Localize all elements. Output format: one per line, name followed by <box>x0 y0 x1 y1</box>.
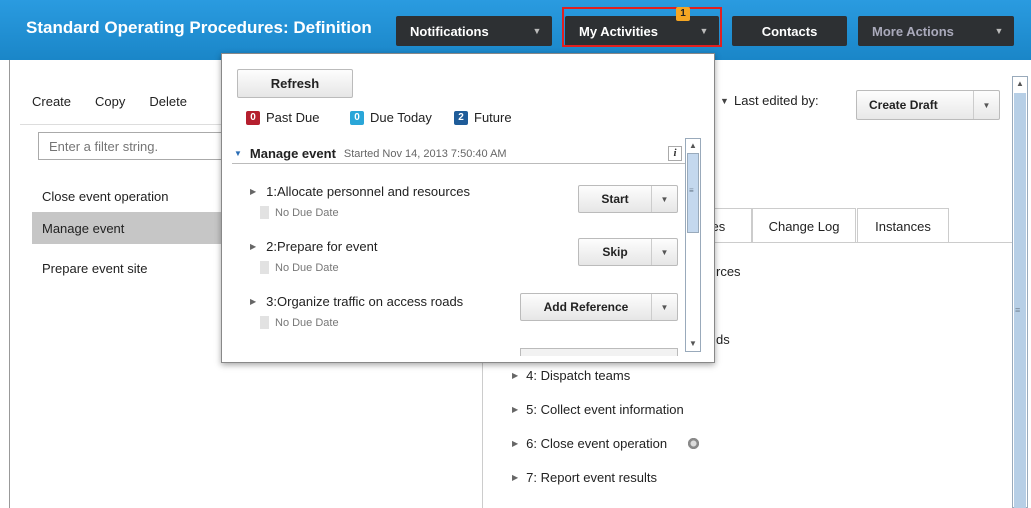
right-scrollbar[interactable]: ▲ ≡ <box>1012 76 1028 508</box>
step-fragment: rces <box>716 264 741 279</box>
tab-change-log[interactable]: Change Log <box>752 208 856 242</box>
skip-button[interactable]: Skip ▼ <box>578 238 678 266</box>
delete-button[interactable]: Delete <box>137 86 199 117</box>
scroll-up-icon[interactable]: ▲ <box>686 139 700 153</box>
more-actions-label: More Actions <box>872 23 954 39</box>
scroll-up-icon[interactable]: ▲ <box>1013 77 1027 91</box>
event-started: Started Nov 14, 2013 7:50:40 AM <box>343 147 507 160</box>
step-label: 4: Dispatch teams <box>526 368 631 383</box>
chevron-down-icon[interactable]: ▼ <box>973 91 999 119</box>
due-date-marker <box>260 206 269 219</box>
collapse-icon[interactable]: ▼ <box>234 149 242 158</box>
app-title: Standard Operating Procedures: Definitio… <box>26 18 372 37</box>
last-edited-label: Last edited by: <box>734 93 819 108</box>
activity-list-scrollbar[interactable]: ▲ ≡ ▼ <box>685 138 701 352</box>
expand-icon: ▶ <box>512 405 519 414</box>
future-count: 2 <box>454 110 468 125</box>
add-reference-label: Add Reference <box>543 300 629 314</box>
activity-title[interactable]: ▶ 1:Allocate personnel and resources <box>250 184 470 199</box>
left-toolbar: Create Copy Delete <box>20 86 199 117</box>
tree-item-close-event-operation[interactable]: Close event operation <box>32 180 232 212</box>
past-due-count: 0 <box>246 110 260 125</box>
chevron-down-icon[interactable]: ▼ <box>720 96 729 106</box>
due-date: No Due Date <box>260 261 339 274</box>
activity-label: 2:Prepare for event <box>266 239 378 254</box>
expand-icon: ▶ <box>250 242 257 251</box>
due-date-label: No Due Date <box>275 316 339 329</box>
more-actions-button[interactable]: More Actions ▼ <box>858 16 1014 46</box>
step-item[interactable]: ▶ 5: Collect event information <box>512 402 684 417</box>
chevron-down-icon: ▼ <box>994 26 1004 36</box>
chevron-down-icon: ▼ <box>532 26 542 36</box>
due-date-marker <box>260 316 269 329</box>
scroll-grip-icon: ≡ <box>689 186 694 195</box>
copy-button[interactable]: Copy <box>83 86 137 117</box>
step-fragment: ds <box>716 332 730 347</box>
future-label: Future <box>474 110 512 125</box>
expand-icon: ▶ <box>512 371 519 380</box>
step-item[interactable]: ▶ 7: Report event results <box>512 470 657 485</box>
create-draft-button[interactable]: Create Draft ▼ <box>856 90 1000 120</box>
due-date-label: No Due Date <box>275 261 339 274</box>
event-name: Manage event <box>249 146 336 161</box>
scroll-thumb[interactable]: ≡ <box>687 153 699 233</box>
due-date: No Due Date <box>260 316 339 329</box>
start-button[interactable]: Start ▼ <box>578 185 678 213</box>
scroll-down-icon[interactable]: ▼ <box>686 337 700 351</box>
step-item[interactable]: ▶ 4: Dispatch teams <box>512 368 630 383</box>
tree-item-prepare-event-site[interactable]: Prepare event site <box>32 252 232 284</box>
notifications-label: Notifications <box>410 23 489 39</box>
step-label: 6: Close event operation <box>526 436 668 451</box>
activities-count-badge: 1 <box>676 7 690 21</box>
scroll-grip-icon: ≡ <box>1015 305 1021 315</box>
skip-label: Skip <box>602 245 628 259</box>
scroll-track[interactable] <box>1014 93 1026 508</box>
start-label: Start <box>601 192 629 206</box>
create-button[interactable]: Create <box>20 86 83 117</box>
legend-due-today[interactable]: 0 Due Today <box>350 110 432 125</box>
due-today-label: Due Today <box>370 110 432 125</box>
tab-instances[interactable]: Instances <box>857 208 949 242</box>
refresh-button[interactable]: Refresh <box>237 69 353 98</box>
contacts-button[interactable]: Contacts <box>732 16 847 46</box>
partial-button <box>520 348 678 356</box>
legend-future[interactable]: 2 Future <box>454 110 512 125</box>
expand-icon: ▶ <box>250 187 257 196</box>
past-due-label: Past Due <box>266 110 320 125</box>
due-today-count: 0 <box>350 110 364 125</box>
divider <box>20 124 230 125</box>
my-activities-highlight <box>562 7 722 47</box>
due-date-marker <box>260 261 269 274</box>
info-icon[interactable]: i <box>668 146 682 161</box>
tree-item-manage-event[interactable]: Manage event <box>32 212 232 244</box>
due-date-label: No Due Date <box>275 206 339 219</box>
legend-past-due[interactable]: 0 Past Due <box>246 110 319 125</box>
expand-icon: ▶ <box>512 439 519 448</box>
notifications-button[interactable]: Notifications ▼ <box>396 16 552 46</box>
chevron-down-icon[interactable]: ▼ <box>651 239 677 265</box>
activity-title[interactable]: ▶ 3:Organize traffic on access roads <box>250 294 463 309</box>
create-draft-label: Create Draft <box>869 98 938 112</box>
chevron-down-icon[interactable]: ▼ <box>651 186 677 212</box>
chevron-down-icon[interactable]: ▼ <box>651 294 677 320</box>
my-activities-popup: Refresh 0 Past Due 0 Due Today 2 Future … <box>221 53 715 363</box>
activity-label: 1:Allocate personnel and resources <box>266 184 470 199</box>
contacts-label: Contacts <box>761 23 818 39</box>
add-reference-button[interactable]: Add Reference ▼ <box>520 293 678 321</box>
step-label: 7: Report event results <box>526 470 657 485</box>
filter-input[interactable] <box>38 132 228 160</box>
due-date: No Due Date <box>260 206 339 219</box>
step-label: 5: Collect event information <box>526 402 684 417</box>
activity-title[interactable]: ▶ 2:Prepare for event <box>250 239 377 254</box>
expand-icon: ▶ <box>250 297 257 306</box>
event-header[interactable]: ▼ Manage event Started Nov 14, 2013 7:50… <box>232 144 686 164</box>
gear-icon <box>687 437 701 450</box>
step-item[interactable]: ▶ 6: Close event operation <box>512 436 701 451</box>
expand-icon: ▶ <box>512 473 519 482</box>
activity-label: 3:Organize traffic on access roads <box>266 294 464 309</box>
